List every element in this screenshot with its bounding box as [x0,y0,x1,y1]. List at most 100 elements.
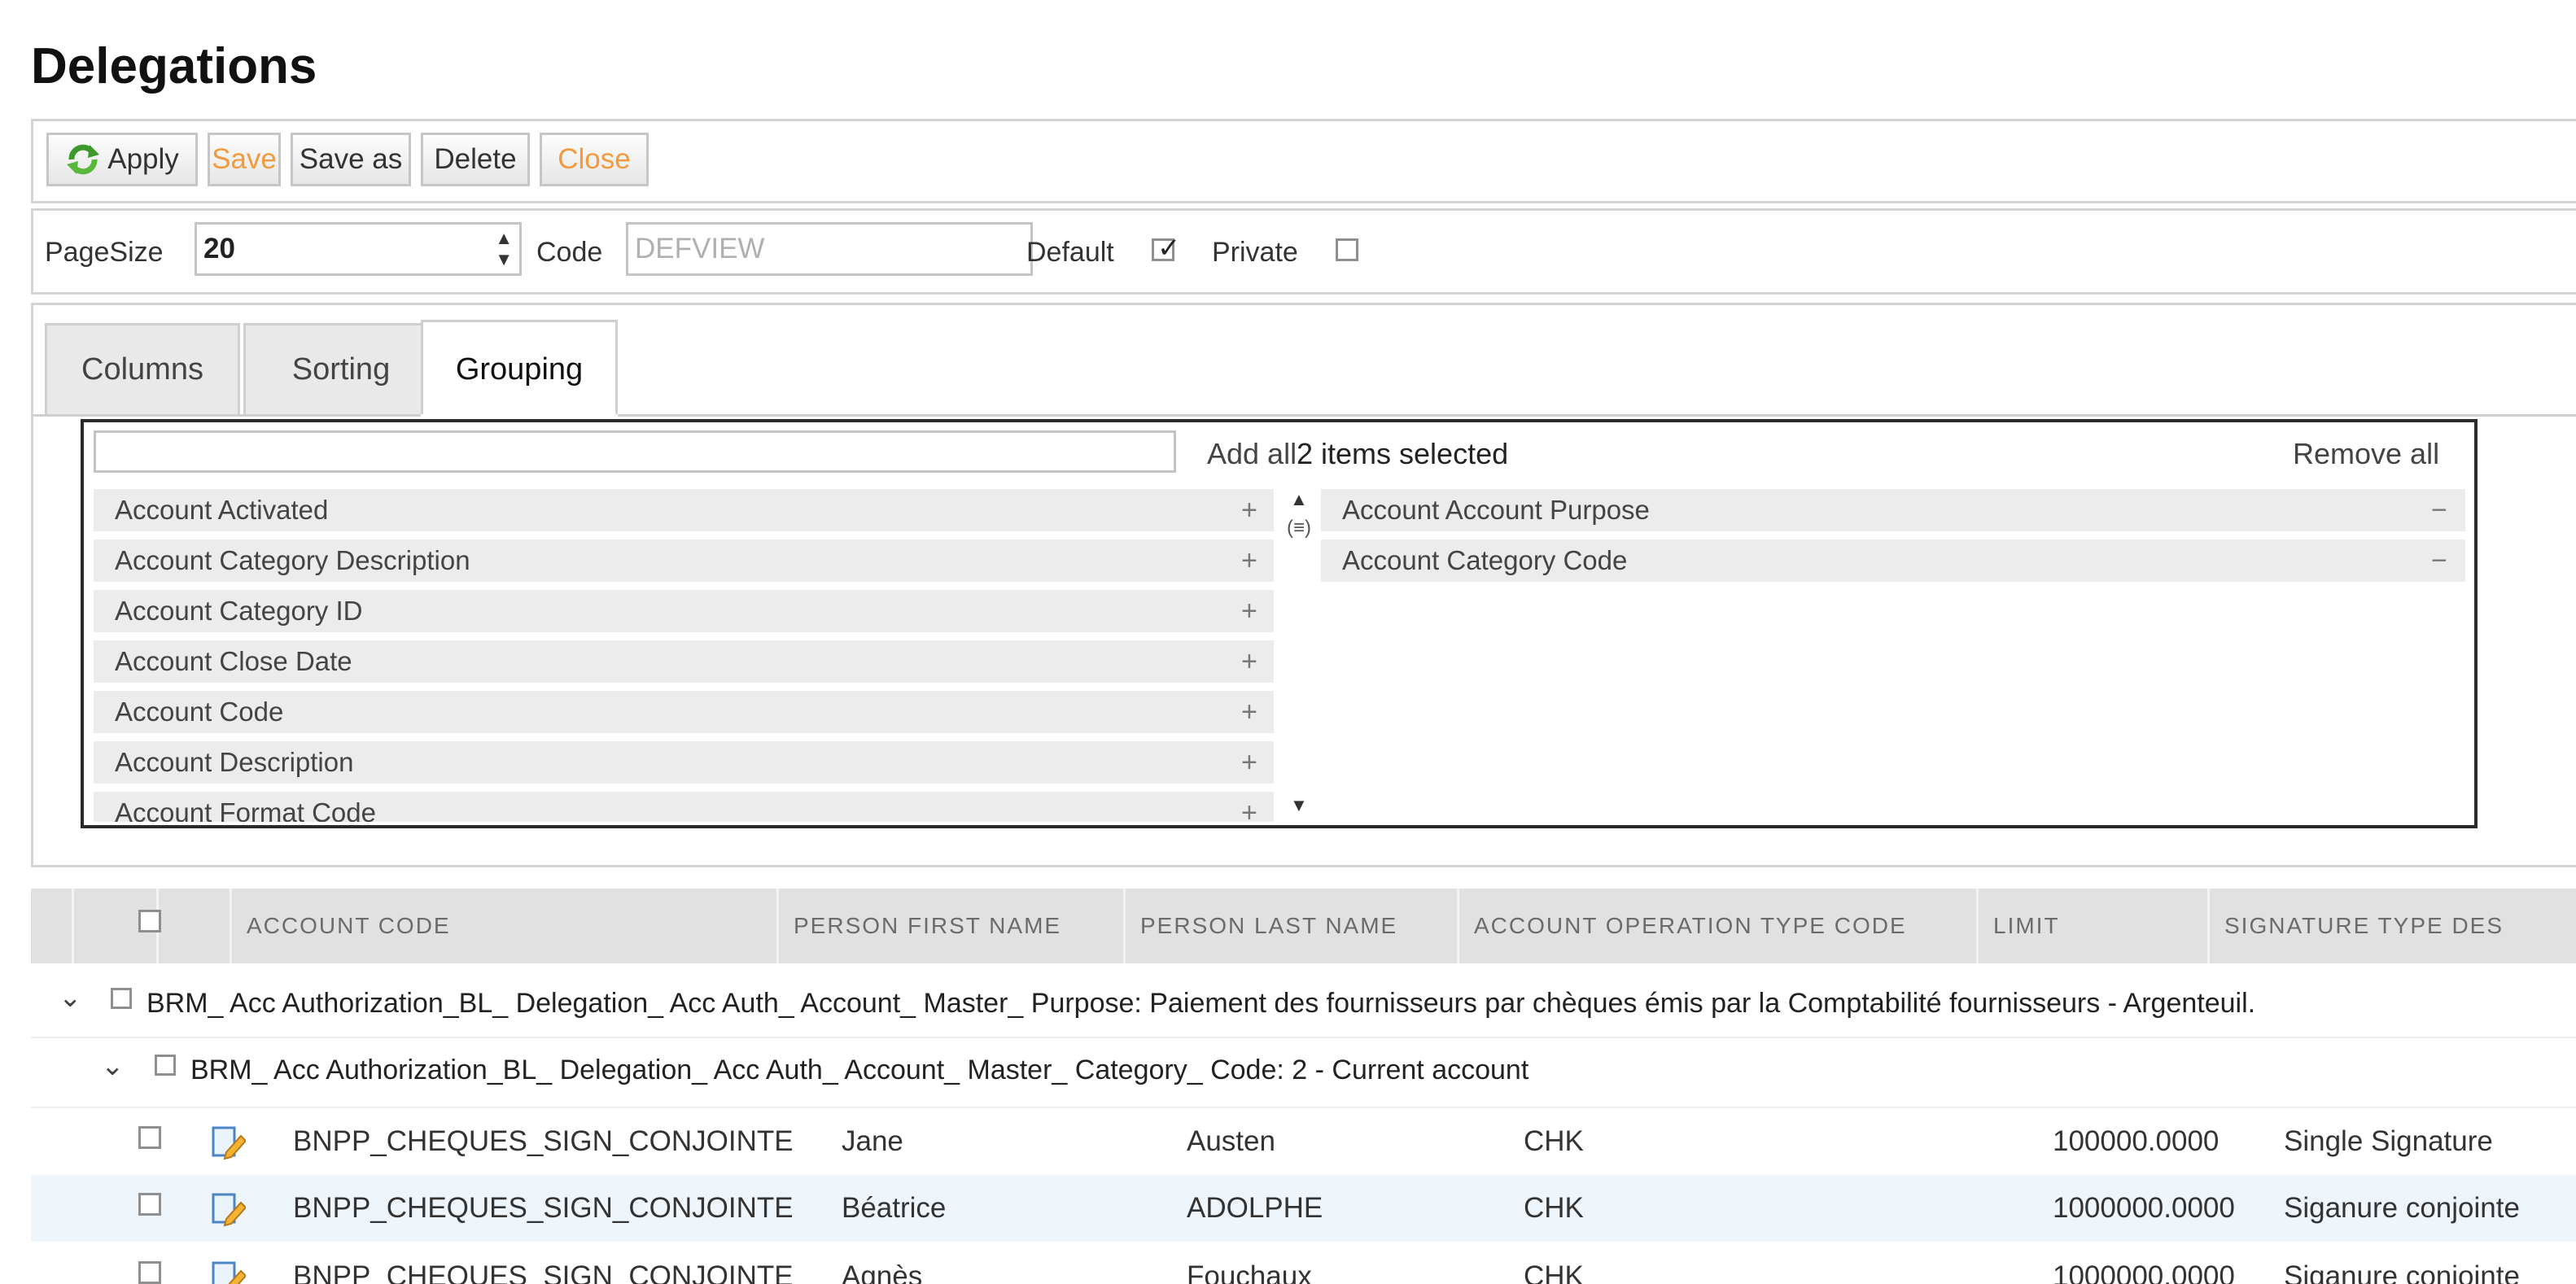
list-item-label: Account Close Date [115,646,352,676]
cell-limit: 100000.0000 [2053,1125,2220,1157]
tab-sorting[interactable]: Sorting [243,323,439,414]
cell-first-name: Jane [842,1125,903,1157]
list-item[interactable]: Account Category ID + [94,590,1274,632]
cell-limit: 1000000.0000 [2053,1260,2235,1284]
grid-header: ACCOUNT CODE PERSON FIRST NAME PERSON LA… [31,889,2576,963]
private-label: Private [1212,237,1298,268]
spinner-arrows-icon[interactable]: ▲ ▼ [495,228,513,270]
list-item[interactable]: Account Activated + [94,489,1274,531]
cell-signature-type: Siganure conjointe [2284,1192,2520,1224]
cell-last-name: ADOLPHE [1187,1192,1323,1224]
default-checkbox[interactable]: ✓ [1152,234,1181,262]
plus-icon[interactable]: + [1241,495,1257,526]
list-item-label: Account Activated [115,495,329,525]
list-item[interactable]: Account Category Description + [94,539,1274,582]
column-header-first-name[interactable]: PERSON FIRST NAME [776,889,1123,963]
chevron-down-icon[interactable]: ⌄ [101,1050,125,1082]
plus-icon[interactable]: + [1241,646,1257,678]
cell-account-code: BNPP_CHEQUES_SIGN_CONJOINTE [293,1260,794,1284]
plus-icon[interactable]: + [1241,747,1257,779]
row-indicator-header [31,889,72,963]
list-item[interactable]: Account Format Code + [94,792,1274,822]
table-row[interactable]: BNPP_CHEQUES_SIGN_CONJOINTE Agnès Foucha… [31,1243,2576,1284]
cell-signature-type: Siganure conjointe [2284,1260,2520,1284]
tab-divider [33,414,2576,417]
apply-label: Apply [107,143,179,175]
column-header-operation-type[interactable]: ACCOUNT OPERATION TYPE CODE [1457,889,1976,963]
list-item[interactable]: Account Code + [94,691,1274,733]
cell-operation-type: CHK [1524,1260,1584,1284]
plus-icon[interactable]: + [1241,697,1257,728]
group-checkbox[interactable] [155,1055,176,1076]
edit-icon[interactable] [210,1191,246,1227]
grouping-selector: Add all 2 items selected Remove all Acco… [81,419,2478,828]
column-header-limit[interactable]: LIMIT [1976,889,2207,963]
scroll-up-icon[interactable]: ▲ [1290,489,1308,510]
tab-grouping[interactable]: Grouping [421,320,618,417]
cell-first-name: Béatrice [842,1192,947,1224]
scroll-thumb-icon[interactable]: (≡) [1287,517,1311,539]
checkmark-icon: ✓ [1157,233,1181,264]
code-label: Code [536,237,603,268]
refresh-icon [65,142,101,177]
close-button[interactable]: Close [540,133,649,186]
list-item-label: Account Description [115,747,354,777]
edit-icon[interactable] [210,1125,246,1160]
row-checkbox[interactable] [138,1126,161,1149]
grouping-search-input[interactable] [94,430,1176,473]
column-header-account-code[interactable]: ACCOUNT CODE [230,889,776,963]
edit-icon[interactable] [210,1260,246,1284]
list-item-label: Account Code [115,697,284,727]
row-checkbox[interactable] [138,1193,161,1216]
tab-columns[interactable]: Columns [45,323,240,414]
table-row[interactable]: BNPP_CHEQUES_SIGN_CONJOINTE Béatrice ADO… [31,1175,2576,1242]
group-checkbox[interactable] [111,988,132,1009]
add-all-link[interactable]: Add all [1207,437,1297,471]
selected-item-label: Account Account Purpose [1342,495,1650,525]
column-header-last-name[interactable]: PERSON LAST NAME [1123,889,1457,963]
list-item-label: Account Category ID [115,596,363,626]
apply-button[interactable]: Apply [46,133,198,186]
row-checkbox[interactable] [138,1261,161,1284]
minus-icon[interactable]: − [2431,495,2447,526]
cell-limit: 1000000.0000 [2053,1192,2235,1224]
default-label: Default [1026,237,1114,268]
selected-count-label: 2 items selected [1297,437,1509,470]
selected-item-label: Account Category Code [1342,545,1628,575]
list-item[interactable]: Account Description + [94,741,1274,784]
view-options-bar: PageSize 20 ▲ ▼ Code DEFVIEW Default ✓ Pr… [31,208,2576,295]
plus-icon[interactable]: + [1241,596,1257,627]
column-header-signature-type[interactable]: SIGNATURE TYPE DES [2207,889,2576,963]
list-item[interactable]: Account Close Date + [94,640,1274,683]
scroll-down-icon[interactable]: ▼ [1290,795,1308,816]
cell-last-name: Fouchaux [1187,1260,1312,1284]
pagesize-label: PageSize [45,237,164,268]
save-button[interactable]: Save [208,133,281,186]
view-settings-tabs-panel: Columns Sorting Grouping Add all 2 items… [31,303,2576,867]
cell-operation-type: CHK [1524,1125,1584,1157]
page-title: Delegations [31,38,317,94]
list-item-label: Account Format Code [115,797,376,822]
list-item-label: Account Category Description [115,545,470,575]
table-row[interactable]: BNPP_CHEQUES_SIGN_CONJOINTE Jane Austen … [31,1107,2576,1175]
available-list: Account Activated + Account Category Des… [94,487,1282,822]
delete-button[interactable]: Delete [421,133,530,186]
private-checkbox[interactable] [1336,238,1358,261]
select-all-checkbox[interactable] [138,910,161,932]
selected-item[interactable]: Account Category Code − [1321,539,2465,582]
remove-all-link[interactable]: Remove all [2293,437,2439,471]
cell-operation-type: CHK [1524,1192,1584,1224]
toolbar: Apply Save Save as Delete Close [31,119,2576,203]
chevron-down-icon[interactable]: ⌄ [59,981,82,1014]
group-header-purpose: BRM_ Acc Authorization_BL_ Delegation_ A… [147,988,2256,1019]
plus-icon[interactable]: + [1241,545,1257,577]
selected-item[interactable]: Account Account Purpose − [1321,489,2465,531]
cell-account-code: BNPP_CHEQUES_SIGN_CONJOINTE [293,1125,794,1157]
minus-icon[interactable]: − [2431,545,2447,577]
available-list-scrollbar[interactable]: ▲ (≡) ▼ [1284,489,1316,819]
plus-icon[interactable]: + [1241,797,1257,823]
save-as-button[interactable]: Save as [291,133,411,186]
pagesize-input[interactable]: 20 ▲ ▼ [195,222,522,276]
cell-last-name: Austen [1187,1125,1275,1157]
code-input[interactable]: DEFVIEW [626,222,1033,276]
